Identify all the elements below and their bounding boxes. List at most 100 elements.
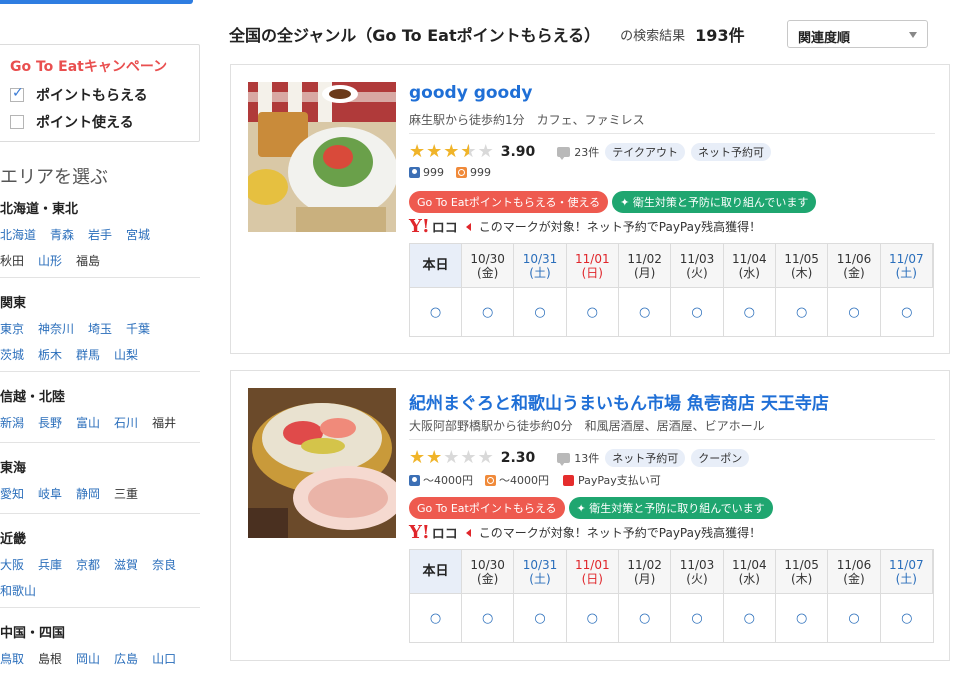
calendar-date: 11/07: [889, 557, 924, 572]
prefecture-link[interactable]: 栃木: [38, 346, 62, 363]
availability-slot[interactable]: ○: [776, 594, 829, 642]
calendar-day-header[interactable]: 11/06 (金): [828, 244, 881, 288]
calendar-day-header[interactable]: 11/07 (土): [880, 550, 933, 594]
review-count[interactable]: 13件: [574, 450, 599, 466]
calendar-day-header[interactable]: 11/02 (月): [618, 550, 672, 594]
prefecture-link: 島根: [38, 652, 63, 666]
calendar-day-header[interactable]: 10/31 (土): [514, 244, 567, 288]
prefecture-link[interactable]: 富山: [76, 414, 100, 431]
calendar-day-header[interactable]: 11/01 (日): [566, 550, 619, 594]
prefecture-link[interactable]: 岐阜: [38, 485, 62, 502]
availability-slot[interactable]: ○: [410, 594, 462, 642]
availability-slot[interactable]: ○: [619, 594, 672, 642]
availability-slot[interactable]: ○: [567, 288, 619, 336]
prefecture-link[interactable]: 和歌山: [0, 582, 36, 599]
calendar-dow: (土): [529, 265, 551, 280]
prefecture-link[interactable]: 奈良: [152, 556, 176, 573]
availability-slot[interactable]: ○: [462, 288, 515, 336]
restaurant-photo[interactable]: [248, 82, 396, 232]
prefecture-link[interactable]: 岩手: [88, 226, 112, 243]
calendar-day-header[interactable]: 11/06 (金): [828, 550, 881, 594]
calendar-dow: (日): [581, 571, 603, 586]
region-divider: [0, 277, 200, 278]
region-group: 近畿 大阪 兵庫 京都 滋賀 奈良 和歌山: [0, 528, 200, 608]
sort-select[interactable]: 関連度順: [787, 20, 928, 48]
prefecture-link[interactable]: 千葉: [126, 320, 150, 337]
prefecture-link[interactable]: 広島: [114, 650, 138, 667]
restaurant-name-link[interactable]: goody goody: [409, 83, 532, 103]
calendar-day-header[interactable]: 11/05 (木): [775, 244, 829, 288]
prefecture-link[interactable]: 神奈川: [38, 320, 74, 337]
sort-value: 関連度順: [798, 31, 851, 46]
filter-points-earn[interactable]: ポイントもらえる: [10, 85, 148, 105]
availability-slot[interactable]: ○: [828, 288, 881, 336]
prefecture-link[interactable]: 山梨: [114, 346, 138, 363]
availability-slot[interactable]: ○: [514, 594, 567, 642]
calendar-day-header[interactable]: 11/01 (日): [566, 244, 619, 288]
filter-points-use[interactable]: ポイント使える: [10, 112, 134, 132]
badge-row: Go To Eatポイントもらえる・使える ✦ 衛生対策と予防に取り組んでいます: [409, 191, 820, 213]
calendar-day-header[interactable]: 11/04 (水): [723, 550, 776, 594]
prefecture-link[interactable]: 石川: [114, 414, 138, 431]
prefecture-link[interactable]: 山口: [152, 650, 176, 667]
availability-slot[interactable]: ○: [567, 594, 619, 642]
prefecture-link[interactable]: 滋賀: [114, 556, 138, 573]
campaign-badge: ✦ 衛生対策と予防に取り組んでいます: [612, 191, 817, 213]
prefecture-link[interactable]: 茨城: [0, 346, 24, 363]
prefecture-link[interactable]: 山形: [38, 252, 62, 269]
region-group: 中国・四国 鳥取 島根 岡山 広島 山口: [0, 622, 200, 676]
availability-slot[interactable]: ○: [671, 288, 724, 336]
prefecture-link[interactable]: 鳥取: [0, 650, 24, 667]
star-icon: ★: [426, 447, 444, 468]
calendar-day-header[interactable]: 11/05 (木): [775, 550, 829, 594]
prefecture-link: 三重: [114, 487, 139, 501]
availability-slot[interactable]: ○: [724, 288, 776, 336]
calendar-day-header[interactable]: 11/03 (火): [671, 244, 724, 288]
availability-slot[interactable]: ○: [619, 288, 672, 336]
prefecture-link[interactable]: 兵庫: [38, 556, 62, 573]
availability-slot[interactable]: ○: [724, 594, 776, 642]
availability-slot[interactable]: ○: [462, 594, 515, 642]
prefecture-link[interactable]: 群馬: [76, 346, 100, 363]
calendar-day-header[interactable]: 10/30 (金): [462, 244, 515, 288]
restaurant-name-link[interactable]: 紀州まぐろと和歌山うまいもん市場 魚壱商店 天王寺店: [409, 389, 829, 414]
prefecture-link[interactable]: 京都: [76, 556, 100, 573]
availability-slot[interactable]: ○: [881, 288, 933, 336]
calendar-date: 11/03: [679, 557, 715, 572]
calendar-day-header[interactable]: 11/07 (土): [880, 244, 933, 288]
checkbox-unchecked[interactable]: [10, 115, 24, 129]
availability-slot[interactable]: ○: [828, 594, 881, 642]
prefecture-link[interactable]: 岡山: [76, 650, 100, 667]
comment-icon: [557, 147, 571, 160]
prefecture-link[interactable]: 青森: [50, 226, 74, 243]
prefecture-link[interactable]: 新潟: [0, 414, 24, 431]
prefecture-link[interactable]: 宮城: [126, 226, 150, 243]
calendar-day-header[interactable]: 10/30 (金): [462, 550, 515, 594]
prefecture-link[interactable]: 愛知: [0, 485, 24, 502]
availability-slot[interactable]: ○: [410, 288, 462, 336]
star-icon: ★: [477, 141, 495, 162]
prefecture-link[interactable]: 北海道: [0, 226, 36, 243]
availability-slot[interactable]: ○: [776, 288, 829, 336]
prefecture-link[interactable]: 大阪: [0, 556, 24, 573]
calendar-day-header[interactable]: 11/04 (水): [723, 244, 776, 288]
availability-slot[interactable]: ○: [671, 594, 724, 642]
star-icon: ★: [460, 143, 477, 162]
calendar-day-header[interactable]: 10/31 (土): [514, 550, 567, 594]
calendar-day-header[interactable]: 11/02 (月): [618, 244, 672, 288]
region-group: 関東 東京 神奈川 埼玉 千葉 茨城 栃木 群馬 山梨: [0, 292, 200, 372]
availability-slot[interactable]: ○: [514, 288, 567, 336]
promo-text: このマークが対象！ネット予約でPayPay残高獲得！: [478, 220, 762, 234]
availability-slot[interactable]: ○: [881, 594, 933, 642]
prefecture-link[interactable]: 静岡: [76, 485, 100, 502]
prefecture-link[interactable]: 長野: [38, 414, 62, 431]
prefecture-list: 鳥取 島根 岡山 広島 山口: [0, 650, 192, 676]
prefecture-link[interactable]: 東京: [0, 320, 24, 337]
checkbox-checked[interactable]: [10, 85, 24, 102]
review-count[interactable]: 23件: [574, 144, 599, 160]
calendar-today[interactable]: 本日: [410, 550, 462, 594]
prefecture-link[interactable]: 埼玉: [88, 320, 112, 337]
restaurant-photo[interactable]: [248, 388, 396, 538]
calendar-day-header[interactable]: 11/03 (火): [671, 550, 724, 594]
calendar-today[interactable]: 本日: [410, 244, 462, 288]
